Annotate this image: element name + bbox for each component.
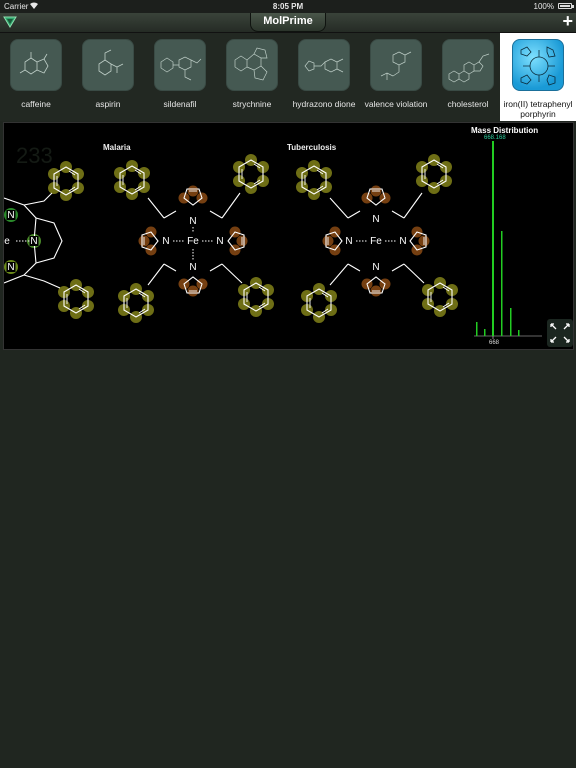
status-bar: Carrier 8:05 PM 100% bbox=[0, 0, 576, 13]
atom-label-nitrogen: N bbox=[189, 216, 196, 227]
molecule-label: cholesterol bbox=[447, 99, 489, 109]
molecule-thumb-iron-porphyrin[interactable]: iron(II) tetraphenyl porphyrin bbox=[500, 33, 576, 121]
molecule-structure-icon bbox=[442, 39, 494, 91]
molecule-thumb-aspirin[interactable]: aspirin bbox=[72, 33, 144, 121]
molecule-structure-icon bbox=[512, 39, 564, 91]
plus-icon[interactable]: + bbox=[562, 12, 573, 31]
atom-label-nitrogen: N bbox=[30, 236, 37, 247]
atom-label-nitrogen: N bbox=[216, 236, 223, 247]
mass-peak-bar bbox=[518, 330, 520, 336]
molecule-label: caffeine bbox=[21, 99, 51, 109]
mass-peak-label: 668.168 bbox=[484, 135, 506, 141]
battery-percent: 100% bbox=[533, 2, 554, 11]
atom-label-nitrogen: N bbox=[7, 262, 14, 273]
atom-label-nitrogen: N bbox=[399, 236, 406, 247]
atom-label-nitrogen: N bbox=[372, 262, 379, 273]
atom-label-nitrogen: N bbox=[189, 262, 196, 273]
atom-label-nitrogen: N bbox=[7, 210, 14, 221]
status-time: 8:05 PM bbox=[272, 2, 304, 11]
mass-peak-bar bbox=[492, 141, 494, 336]
atom-label-nitrogen: N bbox=[372, 214, 379, 225]
triangle-menu-icon[interactable] bbox=[3, 15, 17, 29]
molecule-structure-icon bbox=[82, 39, 134, 91]
atom-label-nitrogen: N bbox=[162, 236, 169, 247]
svg-text:233: 233 bbox=[16, 143, 53, 168]
molecule-label: strychnine bbox=[232, 99, 272, 109]
nav-bar: MolPrime + bbox=[0, 12, 576, 33]
molecule-thumb-cholesterol[interactable]: cholesterol bbox=[432, 33, 504, 121]
molecule-thumb-caffeine[interactable]: caffeine bbox=[0, 33, 72, 121]
mass-axis-label: 668 bbox=[489, 340, 500, 346]
molecule-canvas[interactable]: 233 NNN e N NNNFe N NNNFe bbox=[4, 123, 574, 350]
mass-peak-bar bbox=[501, 231, 503, 336]
molecule-viewer[interactable]: 233 N N N e N N N N Fe N N N N Fe Malari… bbox=[3, 122, 574, 350]
molecule-label: aspirin bbox=[95, 99, 121, 109]
molecule-render-left bbox=[4, 160, 95, 320]
molecule-thumb-hydrazono-dione[interactable]: hydrazono dione bbox=[288, 33, 360, 121]
tuberculosis-label: Tuberculosis bbox=[287, 143, 337, 152]
molecule-label: iron(II) tetraphenyl porphyrin bbox=[503, 99, 573, 119]
molecule-label: sildenafil bbox=[163, 99, 197, 109]
molecule-thumb-strychnine[interactable]: strychnine bbox=[216, 33, 288, 121]
molecule-label: valence violation bbox=[364, 99, 428, 109]
molecule-label: hydrazono dione bbox=[292, 99, 356, 109]
mass-peak-bar bbox=[484, 329, 486, 336]
malaria-label: Malaria bbox=[103, 143, 131, 152]
molecule-structure-icon bbox=[154, 39, 206, 91]
molecule-thumb-valence-violation[interactable]: valence violation bbox=[360, 33, 432, 121]
mass-peak-bar bbox=[476, 322, 478, 336]
molecule-structure-icon bbox=[10, 39, 62, 91]
expand-arrows-icon bbox=[550, 323, 570, 343]
atom-label-iron: Fe bbox=[187, 236, 199, 247]
battery-icon bbox=[558, 3, 572, 9]
atom-label-iron: Fe bbox=[4, 236, 10, 247]
mass-distribution-title: Mass Distribution bbox=[471, 126, 539, 135]
expand-button[interactable] bbox=[547, 319, 573, 347]
atom-label-nitrogen: N bbox=[345, 236, 352, 247]
mass-spectrum bbox=[474, 141, 542, 339]
mass-peak-bar bbox=[510, 308, 512, 336]
molecule-structure-icon bbox=[298, 39, 350, 91]
molecule-structure-icon bbox=[370, 39, 422, 91]
molecule-library-strip: caffeine aspirin sildenafil strychnine h… bbox=[0, 33, 576, 121]
app-title: MolPrime bbox=[250, 13, 326, 32]
molecule-structure-icon bbox=[226, 39, 278, 91]
atom-label-iron: Fe bbox=[370, 236, 382, 247]
molecule-thumb-sildenafil[interactable]: sildenafil bbox=[144, 33, 216, 121]
